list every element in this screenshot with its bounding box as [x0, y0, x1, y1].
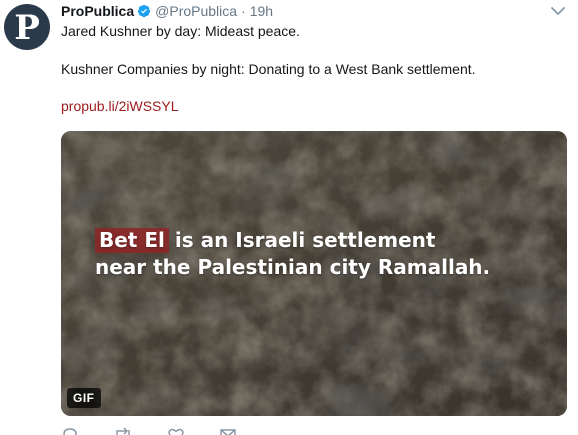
message-button[interactable]	[219, 426, 243, 435]
caption-line1-text: is an Israeli settlement	[174, 228, 436, 252]
reply-button[interactable]	[61, 426, 85, 435]
caption-line1: Bet El is an Israeli settlement	[95, 227, 490, 254]
display-name[interactable]: ProPublica	[61, 3, 134, 19]
message-icon	[220, 429, 236, 435]
retweet-button[interactable]	[113, 426, 139, 435]
avatar-letter: P	[14, 7, 40, 48]
like-icon	[168, 428, 184, 435]
tweet-link[interactable]: propub.li/2iWSSYL	[61, 97, 179, 116]
verified-icon	[137, 4, 151, 18]
tweet-actions	[61, 426, 271, 435]
like-button[interactable]	[167, 426, 191, 435]
separator: ·	[241, 3, 246, 19]
gif-badge: GIF	[67, 388, 101, 408]
tweet-text-line1: Jared Kushner by day: Mideast peace.	[61, 23, 300, 39]
retweet-icon	[116, 427, 130, 435]
caption-line2: near the Palestinian city Ramallah.	[95, 255, 491, 279]
tweet-text: Jared Kushner by day: Mideast peace. Kus…	[61, 22, 561, 116]
caption-highlight: Bet El	[95, 228, 169, 253]
caret-down-icon[interactable]	[550, 4, 566, 18]
avatar[interactable]: P	[4, 4, 50, 50]
reply-icon	[63, 428, 77, 435]
gif-caption: Bet El is an Israeli settlement near the …	[95, 227, 490, 281]
handle[interactable]: @ProPublica	[155, 3, 237, 19]
tweet: P ProPublica @ProPublica · 19h Jared Kus…	[0, 0, 578, 435]
timestamp[interactable]: 19h	[250, 3, 273, 19]
tweet-header: ProPublica @ProPublica · 19h	[61, 1, 273, 21]
media-gif[interactable]: Bet El is an Israeli settlement near the …	[61, 131, 567, 416]
tweet-text-line2: Kushner Companies by night: Donating to …	[61, 61, 476, 77]
